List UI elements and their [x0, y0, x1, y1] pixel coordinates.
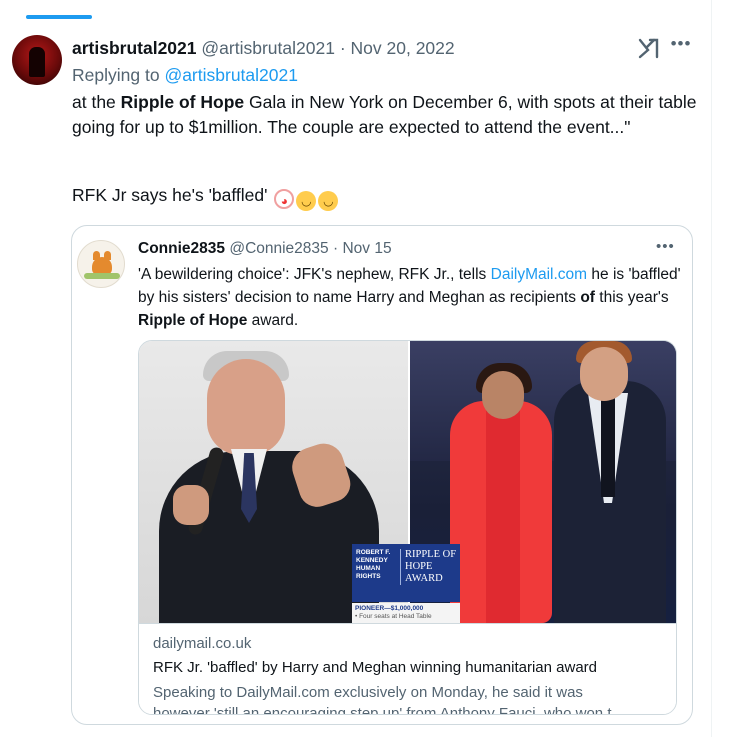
pioneer-text: PIONEER—$1,000,000	[355, 605, 424, 612]
separator-dot: ·	[339, 38, 346, 58]
tweet-text-line2: RFK Jr says he's 'baffled' ◕ ◡ ◡	[72, 185, 339, 211]
pioneer-strip: PIONEER—$1,000,000 • Four seats at Head …	[352, 603, 460, 623]
replying-to: Replying to @artisbrutal2021	[72, 65, 298, 86]
link-card-image[interactable]: ROBERT F. KENNEDY HUMAN RIGHTS RIPPLE OF…	[139, 341, 676, 623]
quoted-author-handle[interactable]: @Connie2835	[229, 240, 328, 257]
quoted-header: Connie2835 @Connie2835 · Nov 15	[138, 240, 392, 258]
link-domain: dailymail.co.uk	[153, 635, 252, 652]
quoted-more-icon[interactable]: •••	[656, 238, 675, 255]
badge-left-text: ROBERT F. KENNEDY HUMAN RIGHTS	[356, 549, 391, 580]
tweet-text-bold: Ripple of Hope	[120, 92, 245, 112]
replying-handle-link[interactable]: @artisbrutal2021	[164, 65, 298, 85]
quoted-author-avatar[interactable]	[77, 240, 125, 288]
quoted-text-3: this year's	[594, 289, 669, 306]
winking-face-icon: ◡	[318, 191, 339, 211]
tweet-header: artisbrutal2021 @artisbrutal2021 · Nov 2…	[72, 38, 455, 59]
tweet-text-pre: at the	[72, 92, 121, 112]
author-avatar[interactable]	[12, 35, 62, 85]
link-description-line1: Speaking to DailyMail.com exclusively on…	[153, 684, 583, 701]
quoted-separator: ·	[332, 240, 339, 257]
quoted-text-of: of	[580, 289, 595, 306]
more-icon[interactable]: •••	[668, 34, 694, 58]
tweet-text-baffled: RFK Jr says he's 'baffled'	[72, 185, 268, 205]
link-description-line2: however 'still an encouraging step up' f…	[153, 705, 624, 715]
quoted-text-bold: Ripple of Hope	[138, 312, 248, 329]
quoted-link-dailymail[interactable]: DailyMail.com	[491, 266, 587, 283]
tweet[interactable]: artisbrutal2021 @artisbrutal2021 · Nov 2…	[0, 0, 711, 737]
link-description: Speaking to DailyMail.com exclusively on…	[153, 682, 668, 715]
tweet-text: at the Ripple of Hope Gala in New York o…	[72, 90, 697, 140]
tweet-date[interactable]: Nov 20, 2022	[351, 38, 455, 58]
link-card[interactable]: ROBERT F. KENNEDY HUMAN RIGHTS RIPPLE OF…	[138, 340, 677, 715]
link-title[interactable]: RFK Jr. 'baffled' by Harry and Meghan wi…	[153, 659, 597, 676]
author-handle[interactable]: @artisbrutal2021	[201, 38, 335, 58]
grinning-sweat-face-icon: ◡	[296, 191, 317, 211]
timeline-border	[711, 0, 712, 737]
quoted-text: 'A bewildering choice': JFK's nephew, RF…	[138, 263, 683, 332]
pioneer-subtext: • Four seats at Head Table	[355, 613, 432, 620]
quoted-date[interactable]: Nov 15	[342, 240, 391, 257]
link-card-meta[interactable]: dailymail.co.uk RFK Jr. 'baffled' by Har…	[139, 623, 676, 715]
replying-label: Replying to	[72, 65, 160, 85]
quoted-tweet[interactable]: Connie2835 @Connie2835 · Nov 15 ••• 'A b…	[71, 225, 693, 725]
quoted-author-name[interactable]: Connie2835	[138, 240, 225, 257]
clown-face-icon: ◕	[274, 189, 295, 209]
badge-right-text: RIPPLE OF HOPE AWARD	[400, 549, 458, 585]
quoted-text-1: 'A bewildering choice': JFK's nephew, RF…	[138, 266, 491, 283]
quoted-text-4: award.	[247, 312, 299, 329]
ripple-of-hope-badge: ROBERT F. KENNEDY HUMAN RIGHTS RIPPLE OF…	[352, 544, 460, 602]
author-name[interactable]: artisbrutal2021	[72, 38, 197, 58]
grok-icon[interactable]	[637, 36, 661, 60]
